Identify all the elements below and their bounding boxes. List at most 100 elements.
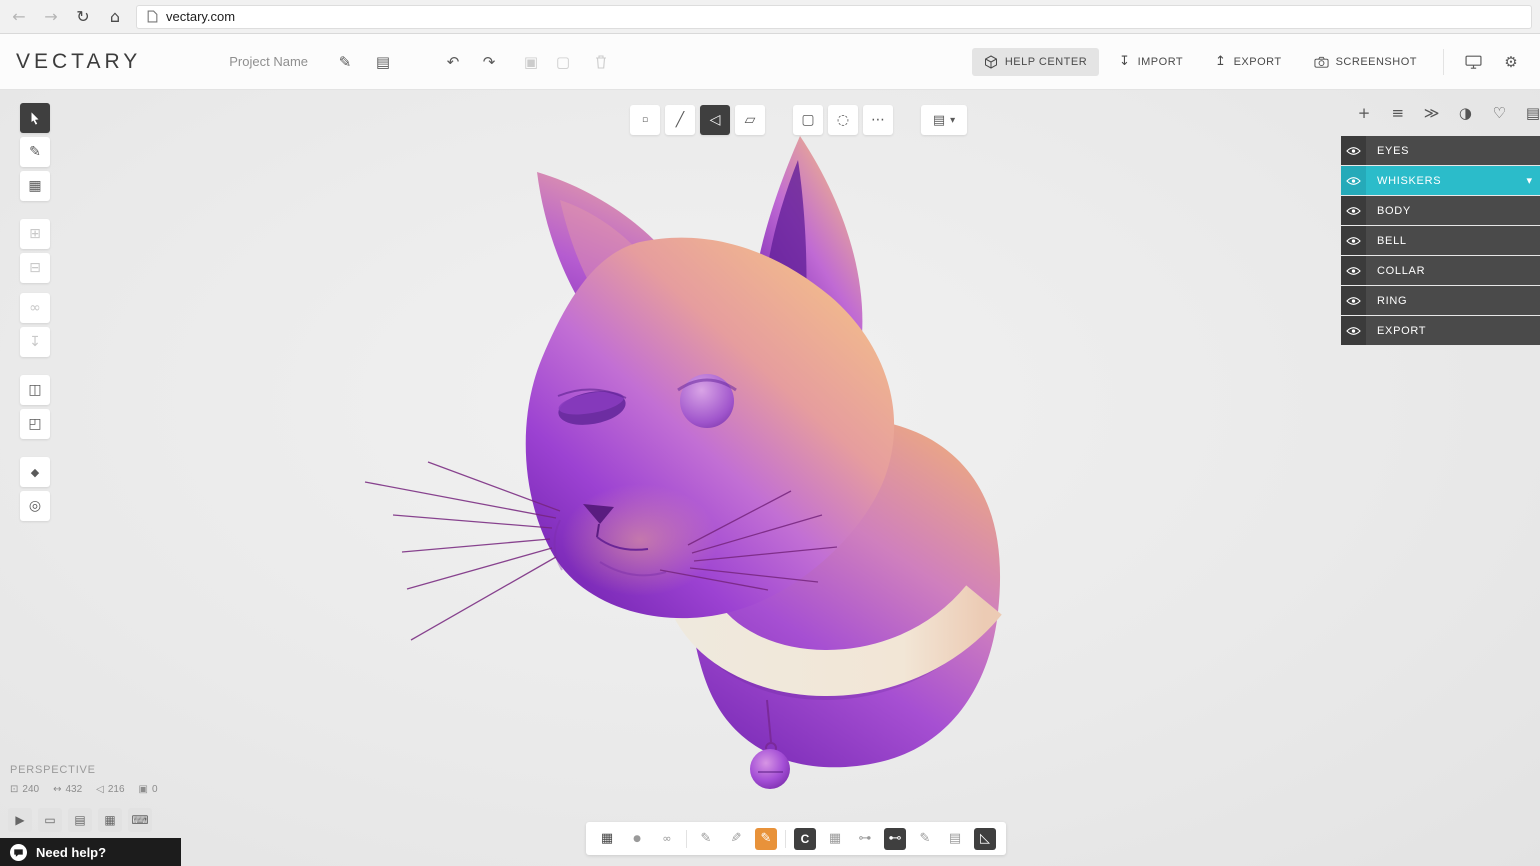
- faces-count: 216: [108, 784, 125, 795]
- edges-icon: ↔: [53, 784, 61, 795]
- grid-snap-icon[interactable]: ▦: [596, 828, 618, 850]
- boolean-subtract-tool[interactable]: ◰: [20, 409, 50, 439]
- construction-plane-icon[interactable]: C: [794, 828, 816, 850]
- layer-expand-chevron-icon[interactable]: ▾: [1526, 174, 1532, 187]
- layer-label: EYES: [1366, 136, 1540, 165]
- link-tool[interactable]: ∞: [20, 293, 50, 323]
- marquee-select-button[interactable]: ▢: [793, 105, 823, 135]
- duplicate-icon[interactable]: ▣: [516, 47, 546, 77]
- copy-icon[interactable]: ▢: [548, 47, 578, 77]
- more-select-button[interactable]: ⋯: [863, 105, 893, 135]
- screenshot-button[interactable]: SCREENSHOT: [1302, 49, 1429, 75]
- angle-measure-icon[interactable]: ◺: [974, 828, 996, 850]
- layer-row-export[interactable]: EXPORT: [1341, 316, 1540, 345]
- rename-pencil-icon[interactable]: ✎: [330, 47, 360, 77]
- magnet-snap-active-icon[interactable]: ⊷: [884, 828, 906, 850]
- import-button[interactable]: ↧ IMPORT: [1107, 47, 1195, 76]
- face-mode-button[interactable]: ◁: [700, 105, 730, 135]
- boolean-union-tool[interactable]: ◫: [20, 375, 50, 405]
- reload-icon[interactable]: ↻: [72, 7, 94, 26]
- pages-icon[interactable]: ▤: [68, 808, 92, 832]
- settings-gear-icon[interactable]: ⚙: [1496, 47, 1526, 77]
- vertices-icon: ⊡: [10, 784, 18, 795]
- forward-icon[interactable]: →: [40, 7, 62, 26]
- faces-icon: ◁: [96, 784, 104, 795]
- view-options-dropdown[interactable]: ▤ ▾: [921, 105, 967, 135]
- group-tool[interactable]: ⊞: [20, 219, 50, 249]
- project-name[interactable]: Project Name: [229, 54, 308, 69]
- redo-icon[interactable]: ↷: [474, 47, 504, 77]
- object-list-header: + ≡ ≫ ◑ ♡ ▤: [1341, 104, 1540, 122]
- shortcuts-keyboard-icon[interactable]: ⌨: [128, 808, 152, 832]
- layer-row-ring[interactable]: RING: [1341, 286, 1540, 315]
- folder-icon: ▤: [933, 113, 945, 128]
- pen-snap-icon[interactable]: ✎: [695, 828, 717, 850]
- back-icon[interactable]: ←: [8, 7, 30, 26]
- layer-row-bell[interactable]: BELL: [1341, 226, 1540, 255]
- visibility-eye-icon[interactable]: [1341, 256, 1366, 285]
- camera-mode-label[interactable]: PERSPECTIVE: [10, 764, 96, 776]
- magnet-snap-icon[interactable]: ⊶: [854, 828, 876, 850]
- edges-count: 432: [65, 784, 82, 795]
- save-icon[interactable]: ▤: [368, 47, 398, 77]
- chevron-down-icon: ▾: [950, 115, 955, 126]
- comments-icon[interactable]: ▭: [38, 808, 62, 832]
- infinite-ground-icon[interactable]: ∞: [656, 828, 678, 850]
- grid-display-icon[interactable]: ▦: [824, 828, 846, 850]
- selection-mode-toolbar: ▫ ╱ ◁ ▱ ▢ ◌ ⋯ ▤ ▾: [630, 105, 967, 135]
- layer-row-eyes[interactable]: EYES: [1341, 136, 1540, 165]
- home-icon[interactable]: ⌂: [104, 7, 126, 26]
- objects-icon: ▣: [139, 784, 148, 795]
- address-bar[interactable]: vectary.com: [136, 5, 1532, 29]
- visibility-eye-icon[interactable]: [1341, 166, 1366, 195]
- lasso-select-button[interactable]: ◌: [828, 105, 858, 135]
- zoom-to-fit-tool[interactable]: ◎: [20, 491, 50, 521]
- layer-row-body[interactable]: BODY: [1341, 196, 1540, 225]
- material-droplet-tool[interactable]: ◆: [20, 457, 50, 487]
- edge-mode-button[interactable]: ╱: [665, 105, 695, 135]
- cat-3d-model[interactable]: [0, 90, 1540, 866]
- add-object-icon[interactable]: +: [1353, 104, 1375, 122]
- need-help-button[interactable]: Need help?: [0, 838, 181, 866]
- audio-icon[interactable]: ◑: [1454, 104, 1476, 122]
- pen-angle-icon[interactable]: ✎: [725, 828, 747, 850]
- object-list-icon[interactable]: ≡: [1387, 104, 1409, 122]
- vertex-mode-button[interactable]: ▫: [630, 105, 660, 135]
- layer-label: WHISKERS: [1366, 166, 1540, 195]
- object-mode-button[interactable]: ▱: [735, 105, 765, 135]
- favorites-heart-icon[interactable]: ♡: [1488, 104, 1510, 122]
- vertex-snap-icon[interactable]: ●: [626, 828, 648, 850]
- visibility-eye-icon[interactable]: [1341, 316, 1366, 345]
- url-text: vectary.com: [166, 9, 235, 24]
- paint-mode-icon[interactable]: ✎: [755, 828, 777, 850]
- help-center-button[interactable]: HELP CENTER: [972, 48, 1099, 76]
- visibility-eye-icon[interactable]: [1341, 196, 1366, 225]
- export-button[interactable]: ↥ EXPORT: [1203, 47, 1293, 76]
- delete-icon[interactable]: [586, 47, 616, 77]
- layer-row-collar[interactable]: COLLAR: [1341, 256, 1540, 285]
- walkthrough-play-icon[interactable]: ▶: [8, 808, 32, 832]
- select-tool[interactable]: [20, 103, 50, 133]
- array-steps-icon[interactable]: ▤: [944, 828, 966, 850]
- viewport-helpers: ▶ ▭ ▤ ▦ ⌨: [8, 808, 152, 832]
- library-icon[interactable]: ▤: [1522, 104, 1540, 122]
- ungroup-tool[interactable]: ⊟: [20, 253, 50, 283]
- layer-row-whiskers[interactable]: WHISKERS ▾: [1341, 166, 1540, 195]
- primitives-tool[interactable]: ▦: [20, 171, 50, 201]
- visibility-eye-icon[interactable]: [1341, 286, 1366, 315]
- measure-pen-icon[interactable]: ✎: [914, 828, 936, 850]
- grid-view-icon[interactable]: ▦: [98, 808, 122, 832]
- draw-tool[interactable]: ✎: [20, 137, 50, 167]
- visibility-eye-icon[interactable]: [1341, 136, 1366, 165]
- viewport-3d[interactable]: [0, 90, 1540, 866]
- camera-icon: [1314, 56, 1329, 68]
- drop-to-floor-tool[interactable]: ↧: [20, 327, 50, 357]
- visibility-eye-icon[interactable]: [1341, 226, 1366, 255]
- page-icon: [147, 10, 158, 23]
- layer-label: BODY: [1366, 196, 1540, 225]
- layer-label: EXPORT: [1366, 316, 1540, 345]
- layer-label: RING: [1366, 286, 1540, 315]
- animations-icon[interactable]: ≫: [1421, 104, 1443, 122]
- undo-icon[interactable]: ↶: [438, 47, 468, 77]
- present-monitor-icon[interactable]: [1458, 47, 1488, 77]
